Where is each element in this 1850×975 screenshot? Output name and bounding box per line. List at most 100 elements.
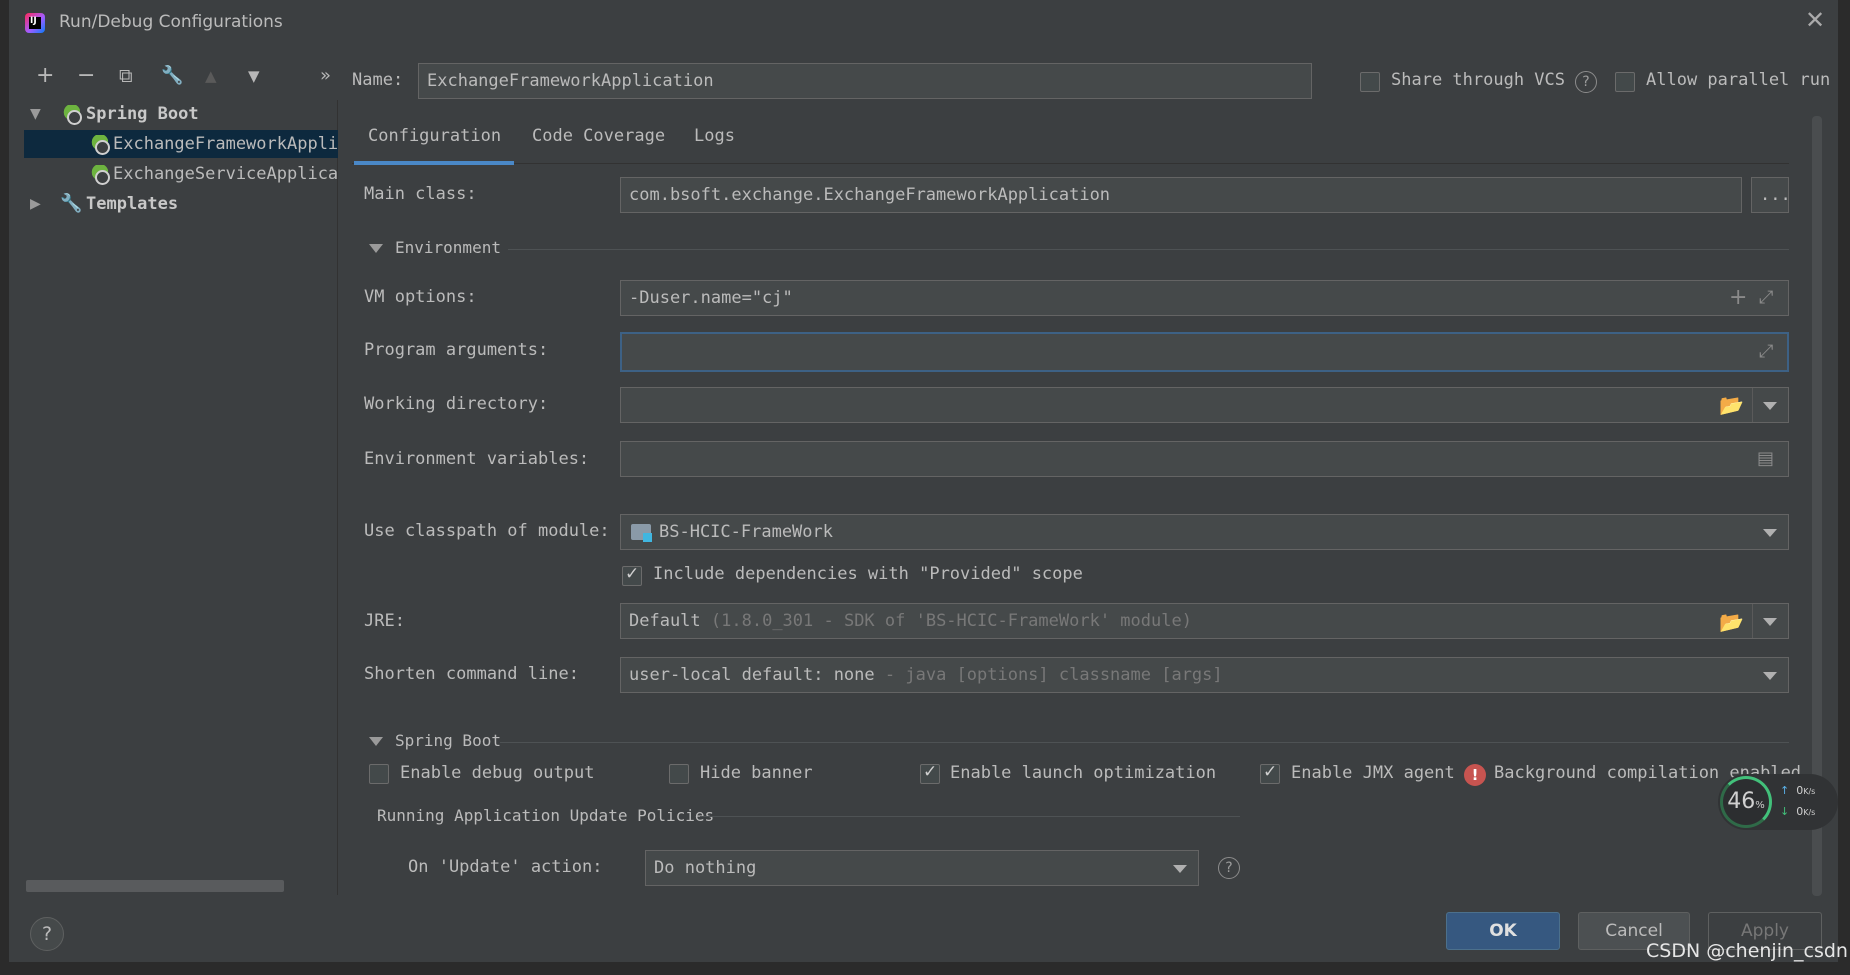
spring-boot-app-icon (88, 135, 110, 155)
shorten-value: user-local default: none (629, 665, 875, 685)
tree-group-label: Templates (86, 194, 179, 214)
hide-banner-checkbox[interactable] (669, 764, 689, 784)
chevron-down-icon[interactable] (1763, 672, 1777, 680)
classpath-module-select[interactable]: BS-HCIC-FrameWork (620, 514, 1789, 550)
background-status-bar (0, 962, 1850, 975)
help-icon[interactable]: ? (1218, 857, 1240, 879)
ok-button[interactable]: OK (1446, 912, 1560, 950)
tree-item-exchange-service[interactable]: ExchangeServiceApplication (24, 160, 338, 188)
spring-boot-divider (500, 742, 1789, 743)
share-vcs-checkbox[interactable] (1360, 72, 1380, 92)
working-directory-label: Working directory: (364, 394, 549, 414)
edit-list-icon[interactable]: ▤ (1757, 449, 1774, 469)
tree-group-templates[interactable]: ▶ 🔧 Templates (24, 190, 338, 218)
name-label: Name: (352, 70, 404, 90)
download-rate: ↓ 0K/s (1780, 805, 1815, 818)
folder-icon[interactable]: 📂 (1719, 612, 1744, 632)
jre-select[interactable]: Default (1.8.0_301 - SDK of 'BS-HCIC-Fra… (620, 603, 1789, 639)
jre-label: JRE: (364, 611, 405, 631)
chevron-down-icon[interactable] (1763, 402, 1777, 410)
add-option-icon[interactable]: + (1729, 287, 1747, 309)
upload-rate: ↑ 0K/s (1780, 784, 1815, 797)
tree-item-exchange-framework[interactable]: ExchangeFrameworkApplication (24, 130, 338, 158)
working-directory-input[interactable] (620, 387, 1789, 423)
tree-item-label: ExchangeFrameworkApplication (113, 134, 338, 154)
update-policies-divider (700, 816, 1240, 817)
vm-options-label: VM options: (364, 287, 477, 307)
title-bar: IJ Run/Debug Configurations ✕ (9, 0, 1838, 46)
environment-divider (508, 249, 1789, 250)
intellij-app-icon: IJ (25, 13, 45, 33)
shorten-command-line-select[interactable]: user-local default: none - java [options… (620, 657, 1789, 693)
remove-icon[interactable]: − (77, 64, 95, 88)
browse-main-class-button[interactable]: ... (1751, 177, 1789, 213)
update-policies-title: Running Application Update Policies (377, 806, 715, 825)
allow-parallel-checkbox[interactable] (1615, 72, 1635, 92)
memory-percent: 46 (1727, 789, 1756, 814)
environment-variables-label: Environment variables: (364, 449, 590, 469)
memory-percent-unit: % (1755, 800, 1765, 811)
enable-debug-output-checkbox[interactable] (369, 764, 389, 784)
spring-boot-collapse-icon[interactable] (369, 737, 383, 746)
include-provided-checkbox[interactable] (622, 564, 642, 586)
background-editor-right-edge (1838, 0, 1850, 975)
tab-code-coverage[interactable]: Code Coverage (532, 126, 665, 146)
active-tab-indicator (354, 161, 514, 165)
chevron-down-icon[interactable] (1173, 865, 1187, 873)
environment-collapse-icon[interactable] (369, 244, 383, 253)
classpath-module-label: Use classpath of module: (364, 521, 610, 541)
program-arguments-input[interactable] (620, 332, 1789, 372)
enable-launch-optimization-checkbox[interactable] (920, 762, 940, 784)
folder-icon[interactable]: 📂 (1719, 395, 1744, 415)
help-icon[interactable]: ? (1575, 71, 1597, 93)
add-icon[interactable]: + (36, 64, 54, 88)
upload-arrow-icon: ↑ (1780, 784, 1790, 797)
network-speed-widget: 46% ↑ 0K/s ↓ 0K/s (1718, 774, 1838, 830)
field-separator (1752, 388, 1753, 422)
tabs-divider (352, 163, 1789, 164)
environment-variables-input[interactable] (620, 441, 1789, 477)
spring-boot-section-title: Spring Boot (395, 731, 501, 750)
tree-group-spring-boot[interactable]: ▼ Spring Boot (24, 100, 338, 128)
wrench-icon: 🔧 (60, 193, 83, 214)
chevron-down-icon[interactable] (1763, 529, 1777, 537)
tree-horizontal-scrollbar[interactable] (26, 880, 284, 892)
jre-detail: (1.8.0_301 - SDK of 'BS-HCIC-FrameWork' … (710, 611, 1192, 631)
main-class-input[interactable]: com.bsoft.exchange.ExchangeFrameworkAppl… (620, 177, 1742, 213)
name-input[interactable]: ExchangeFrameworkApplication (418, 63, 1312, 99)
main-class-label: Main class: (364, 184, 477, 204)
enable-jmx-agent-checkbox[interactable] (1260, 762, 1280, 784)
move-up-icon[interactable]: ▲ (205, 64, 217, 88)
close-icon[interactable]: ✕ (1805, 6, 1825, 34)
move-down-icon[interactable]: ▼ (248, 64, 260, 88)
program-arguments-label: Program arguments: (364, 340, 549, 360)
memory-percent-gauge: 46% (1720, 776, 1772, 828)
copy-icon[interactable]: ⧉ (119, 64, 133, 88)
run-debug-dialog: IJ Run/Debug Configurations ✕ + − ⧉ 🔧 ▲ … (0, 0, 1850, 975)
tab-configuration[interactable]: Configuration (368, 126, 501, 146)
jre-value: Default (629, 611, 701, 631)
app-icon-text: IJ (30, 16, 37, 26)
shorten-detail: - java [options] classname [args] (884, 665, 1223, 685)
expand-arrow-icon[interactable]: ▼ (30, 100, 41, 128)
wrench-icon[interactable]: 🔧 (161, 64, 183, 88)
help-button[interactable]: ? (30, 917, 64, 951)
more-actions-icon[interactable]: » (320, 64, 331, 88)
shorten-command-line-label: Shorten command line: (364, 664, 579, 684)
expand-icon[interactable]: ⤢ (1759, 288, 1773, 308)
spring-boot-app-icon (88, 165, 110, 185)
expand-icon[interactable]: ⤢ (1759, 342, 1773, 362)
vm-options-input[interactable]: -Duser.name="cj" (620, 280, 1789, 316)
upload-rate-unit: K/s (1803, 787, 1816, 796)
field-separator (1752, 604, 1753, 638)
csdn-watermark: CSDN @chenjin_csdn (1646, 940, 1848, 962)
on-update-action-label: On 'Update' action: (408, 857, 603, 877)
tree-item-label: ExchangeServiceApplication (113, 164, 338, 184)
chevron-down-icon[interactable] (1763, 618, 1777, 626)
tab-logs[interactable]: Logs (694, 126, 735, 146)
collapse-arrow-icon[interactable]: ▶ (30, 190, 41, 218)
on-update-action-select[interactable]: Do nothing (645, 850, 1199, 886)
window-title: Run/Debug Configurations (59, 12, 283, 32)
enable-launch-optimization-label: Enable launch optimization (950, 763, 1217, 783)
hide-banner-label: Hide banner (700, 763, 813, 783)
